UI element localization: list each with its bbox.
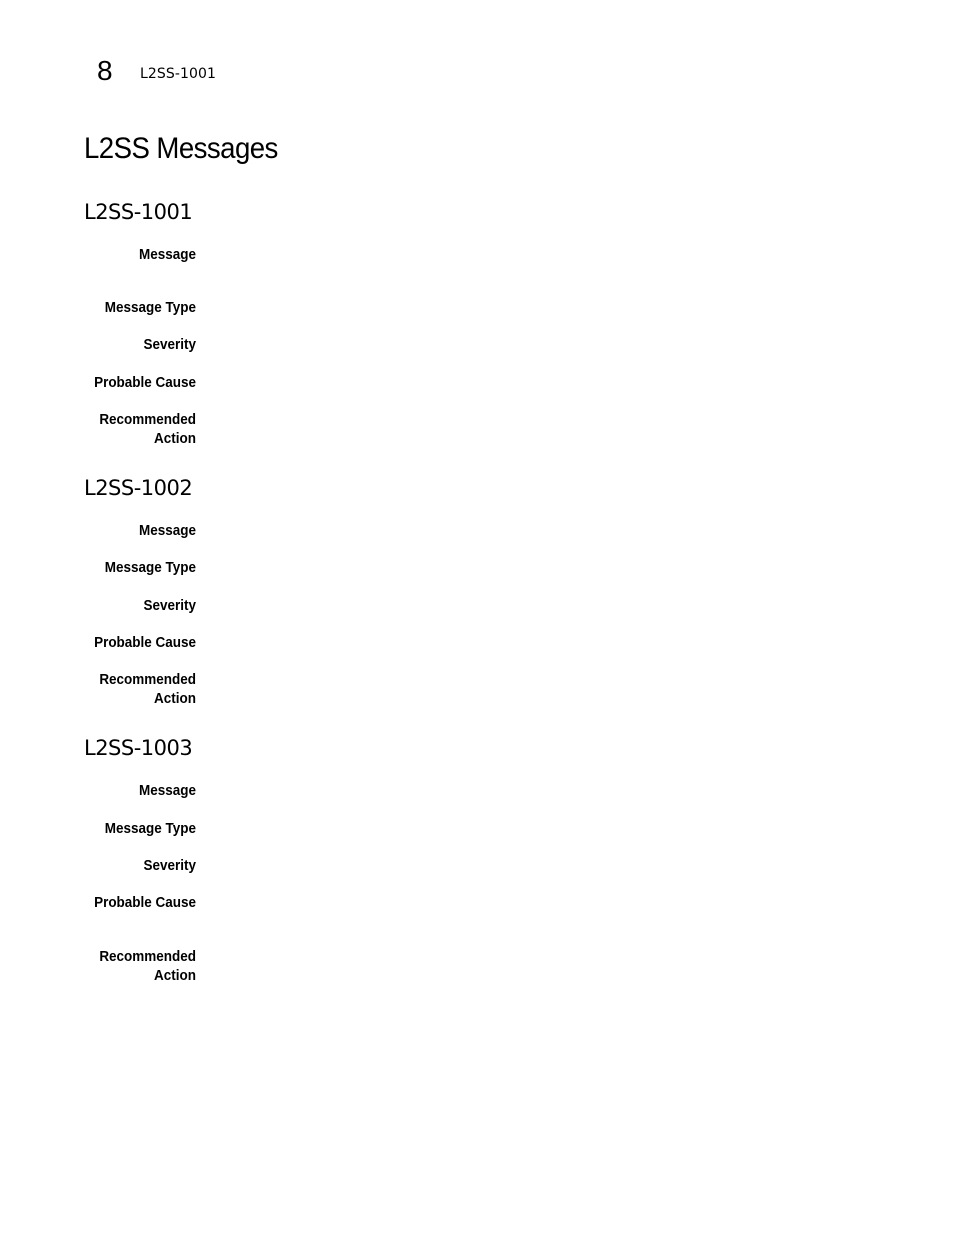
field-label-message-type: Message Type [104, 560, 196, 576]
field-label-probable-cause: Probable Cause [94, 635, 196, 651]
chapter-number: 8 [97, 55, 113, 86]
field-label-message-type: Message Type [104, 821, 196, 837]
field-label-severity: Severity [143, 858, 196, 874]
field-label-message: Message [139, 523, 196, 539]
field-label-message: Message [139, 783, 196, 799]
section-title: L2SS-1001 [84, 200, 193, 224]
field-label-message-type: Message Type [104, 300, 196, 316]
section-title: L2SS-1002 [84, 476, 193, 500]
field-label-probable-cause: Probable Cause [94, 895, 196, 911]
field-label-recommended-action: Recommended Action [99, 949, 196, 984]
field-label-recommended-action: Recommended Action [99, 672, 196, 707]
field-label-severity: Severity [143, 337, 196, 353]
section-title: L2SS-1003 [84, 736, 193, 760]
field-label-probable-cause: Probable Cause [94, 375, 196, 391]
field-label-message: Message [139, 247, 196, 263]
field-label-recommended-action: Recommended Action [99, 412, 196, 447]
page-title: L2SS Messages [84, 132, 278, 165]
running-head: L2SS-1001 [140, 66, 217, 82]
field-label-severity: Severity [143, 598, 196, 614]
